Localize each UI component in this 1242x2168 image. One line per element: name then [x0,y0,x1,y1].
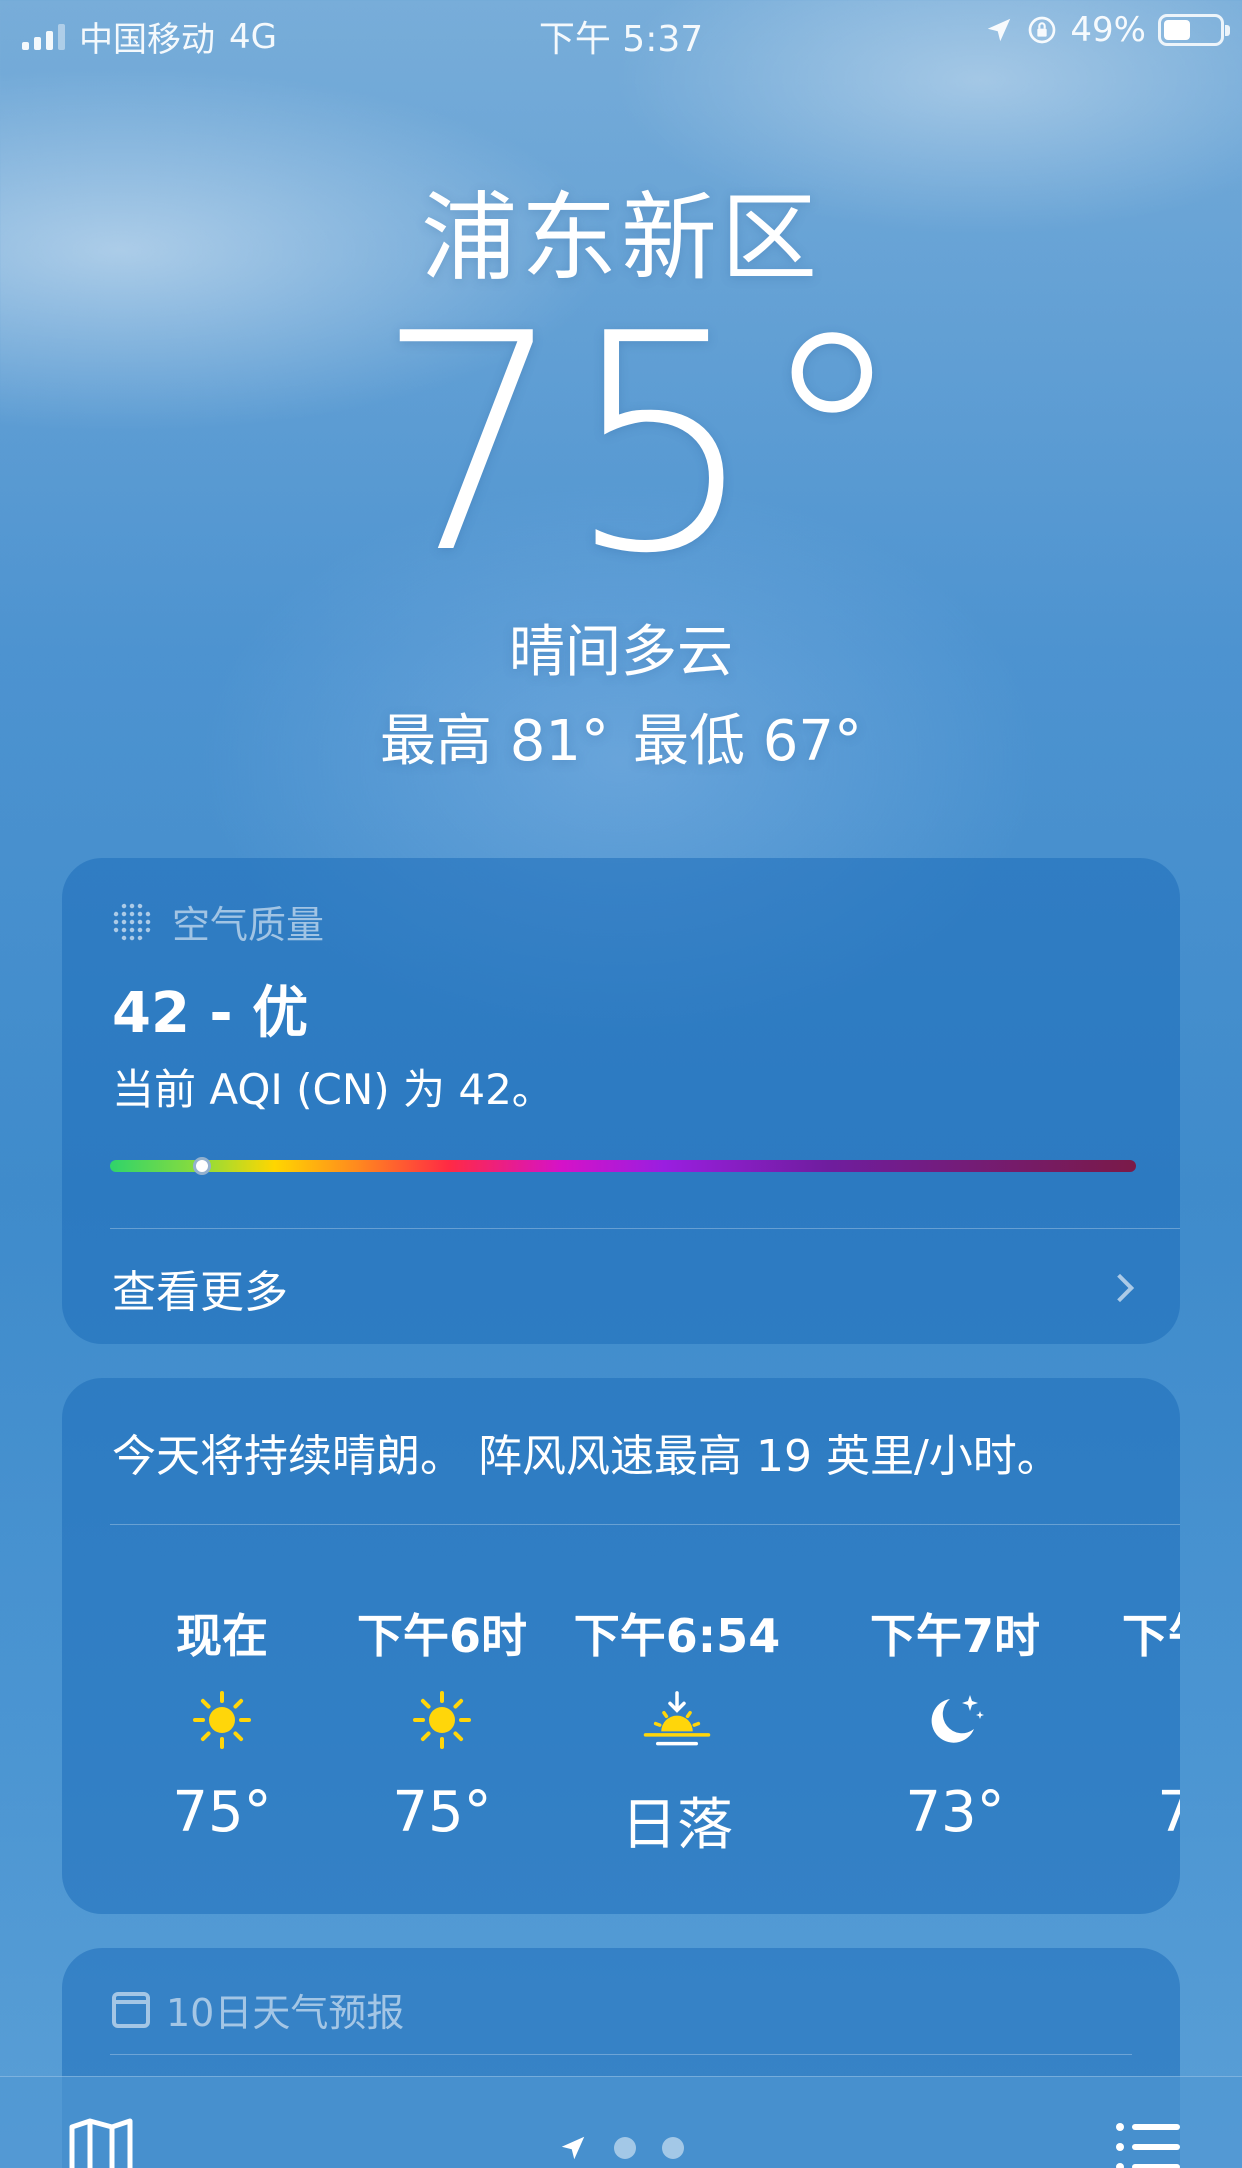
air-quality-title: 空气质量 [172,903,325,947]
location-arrow-icon [988,18,1011,42]
see-more-label: 查看更多 [112,1267,288,1318]
hour-temperature: 75° [172,1780,272,1845]
moon-icon [1097,1660,1180,1780]
hourly-item: 下午6时 75° [332,1600,552,1845]
see-more-row[interactable]: 查看更多 [112,1256,1140,1320]
hour-temperature: 日落 [621,1793,733,1858]
hour-label: 现在 [176,1609,268,1663]
location-page-icon [561,2136,585,2160]
air-quality-card[interactable]: 空气质量 42 - 优 当前 AQI (CN) 为 42。 查看更多 [62,858,1180,1344]
sun-icon [332,1660,552,1780]
hourly-item: 下午7时 73° [845,1600,1065,1845]
sun-icon [112,1660,332,1780]
weather-summary: 今天将持续晴朗。 阵风风速最高 19 英里/小时。 [112,1431,1061,1482]
calendar-icon [112,1991,150,2028]
condition-text: 晴间多云 [509,620,733,685]
hour-label: 下午6:54 [573,1609,781,1663]
battery-icon [1158,14,1230,46]
hourly-forecast-card[interactable]: 今天将持续晴朗。 阵风风速最高 19 英里/小时。 现在 75° 下午6时 75°… [62,1378,1180,1914]
low-temp: 最低 67° [633,709,863,774]
moon-stars-icon [845,1660,1065,1780]
list-icon[interactable] [1114,2117,1182,2168]
hour-label: 下午6时 [356,1609,527,1663]
aqi-indicator-dot [193,1157,212,1175]
hourly-item: 现在 75° [112,1600,332,1845]
hour-temperature: 72° [1157,1780,1180,1845]
aqi-scale-bar [110,1157,1136,1175]
current-temperature: 75° [375,270,907,619]
forecast-header: 10日天气预报 [112,1982,404,2037]
battery-fill [1164,20,1191,40]
forecast-title: 10日天气预报 [166,1991,405,2035]
hour-temperature: 75° [392,1780,492,1845]
bottom-toolbar [0,2076,1242,2168]
hour-temperature: 73° [905,1780,1005,1845]
chevron-right-icon [1105,1273,1135,1303]
hourly-item: 下午6:54 日落 [567,1600,787,1861]
battery-percent: 49% [1070,10,1146,50]
weather-header: 浦东新区 75° 晴间多云 最高 81° 最低 67° [0,160,1242,777]
status-bar: 中国移动 4G 下午 5:37 49% [0,0,1242,62]
status-right: 49% [984,10,1230,50]
hourly-item: 下午8时 72° [1097,1600,1180,1845]
hour-label: 下午7时 [869,1609,1040,1663]
aqi-description: 当前 AQI (CN) 为 42。 [112,1065,554,1114]
high-temp: 最高 81° [379,709,609,774]
card-divider [110,1524,1180,1525]
orientation-lock-icon [1029,16,1056,44]
page-dot [614,2137,636,2159]
air-quality-icon [112,901,152,942]
high-low: 最高 81° 最低 67° [0,696,1242,777]
card-divider [110,1228,1180,1229]
sunset-icon [567,1660,787,1780]
air-quality-header: 空气质量 [112,894,324,949]
hourly-list[interactable]: 现在 75°下午6时 75°下午6:54 日落下午7时 73°下午8时 72° [62,1600,1180,1900]
page-dot [662,2137,684,2159]
card-divider [110,2054,1132,2055]
hour-label: 下午8时 [1121,1609,1180,1663]
page-indicator[interactable] [0,2133,1242,2163]
aqi-value: 42 - 优 [112,981,309,1046]
